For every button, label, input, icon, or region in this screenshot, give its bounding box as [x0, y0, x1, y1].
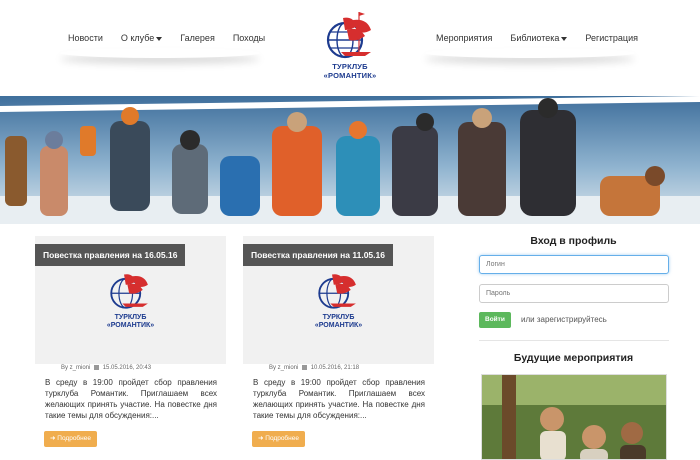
nav-label: Библиотека: [510, 33, 560, 43]
nav-label: Мероприятия: [436, 33, 493, 43]
nav-item-register[interactable]: Регистрация: [580, 33, 643, 43]
upcoming-events-heading: Будущие мероприятия: [513, 352, 634, 364]
site-logo[interactable]: ТУРКЛУБ «РОМАНТИК»: [312, 8, 388, 94]
news-card: Повестка правления на 16.05.16 ТУРКЛУБ «…: [35, 236, 226, 460]
news-card-meta: By z_mioni 15.05.2016, 20:43: [61, 365, 151, 371]
news-card: Повестка правления на 11.05.16 ТУРКЛУБ «…: [243, 236, 434, 460]
logo-text-line2: «РОМАНТИК»: [323, 71, 377, 80]
news-card-excerpt: В среду в 19:00 пройдет сбор правления т…: [45, 378, 217, 420]
hero-banner-photo: [0, 96, 700, 224]
caret-down-icon: [561, 36, 568, 41]
card-logo-line1: ТУРКЛУБ: [322, 314, 355, 321]
card-logo-text: ТУРКЛУБ «РОМАНТИК»: [35, 314, 226, 330]
news-card-date: 15.05.2016, 20:43: [102, 365, 152, 372]
news-card-author[interactable]: By z_mioni: [61, 365, 90, 371]
divider: [479, 340, 669, 341]
nav-item-gallery[interactable]: Галерея: [175, 33, 220, 43]
nav-item-events[interactable]: Мероприятия: [431, 33, 497, 43]
club-logo-icon: [318, 274, 356, 309]
read-more-label: Подробнее: [57, 435, 91, 442]
news-card-author[interactable]: By z_mioni: [269, 365, 298, 371]
nav-item-news[interactable]: Новости: [63, 33, 108, 43]
card-logo-line2: «РОМАНТИК»: [314, 322, 363, 329]
nav-label: Новости: [68, 33, 103, 43]
main-nav-right: Мероприятия Библиотека Регистрация: [431, 33, 651, 43]
caret-down-icon: [156, 36, 163, 41]
news-card-title[interactable]: Повестка правления на 11.05.16: [243, 244, 393, 266]
nav-item-library[interactable]: Библиотека: [505, 33, 572, 43]
news-card-date: 10.05.2016, 21:18: [310, 365, 360, 372]
login-heading: Вход в профиль: [530, 235, 617, 247]
card-logo-line2: «РОМАНТИК»: [106, 322, 155, 329]
register-link[interactable]: или зарегистрируйтесь: [521, 315, 607, 324]
nav-shadow: [60, 48, 260, 58]
main-nav-left: Новости О клубе Галерея Походы: [63, 33, 278, 43]
club-logo-icon: [110, 274, 148, 309]
read-more-button[interactable]: ➜ Подробнее: [44, 431, 97, 447]
nav-label: Регистрация: [585, 33, 638, 43]
upcoming-event-image[interactable]: [481, 374, 667, 460]
nav-label: О клубе: [120, 33, 155, 43]
news-card-meta: By z_mioni 10.05.2016, 21:18: [269, 365, 359, 371]
news-card-title[interactable]: Повестка правления на 16.05.16: [35, 244, 186, 266]
site-header: Новости О клубе Галерея Походы ТУРКЛУБ «…: [0, 0, 700, 96]
calendar-icon: [302, 365, 308, 370]
news-card-excerpt: В среду в 19:00 пройдет сбор правления т…: [253, 378, 425, 420]
nav-item-about[interactable]: О клубе: [116, 33, 167, 43]
read-more-button[interactable]: ➜ Подробнее: [252, 431, 305, 447]
card-logo-text: ТУРКЛУБ «РОМАНТИК»: [243, 314, 434, 330]
login-input[interactable]: [479, 255, 669, 274]
nav-label: Галерея: [180, 33, 215, 43]
nav-item-hikes[interactable]: Походы: [228, 33, 270, 43]
logo-text-line1: ТУРКЛУБ: [332, 62, 368, 71]
read-more-label: Подробнее: [265, 435, 299, 442]
nav-shadow: [425, 48, 635, 58]
nav-label: Походы: [232, 33, 266, 43]
card-logo-line1: ТУРКЛУБ: [114, 314, 147, 321]
calendar-icon: [94, 365, 100, 370]
globe-ship-logo-icon: [326, 12, 371, 59]
password-input[interactable]: [479, 284, 669, 303]
login-button[interactable]: Войти: [479, 312, 511, 328]
